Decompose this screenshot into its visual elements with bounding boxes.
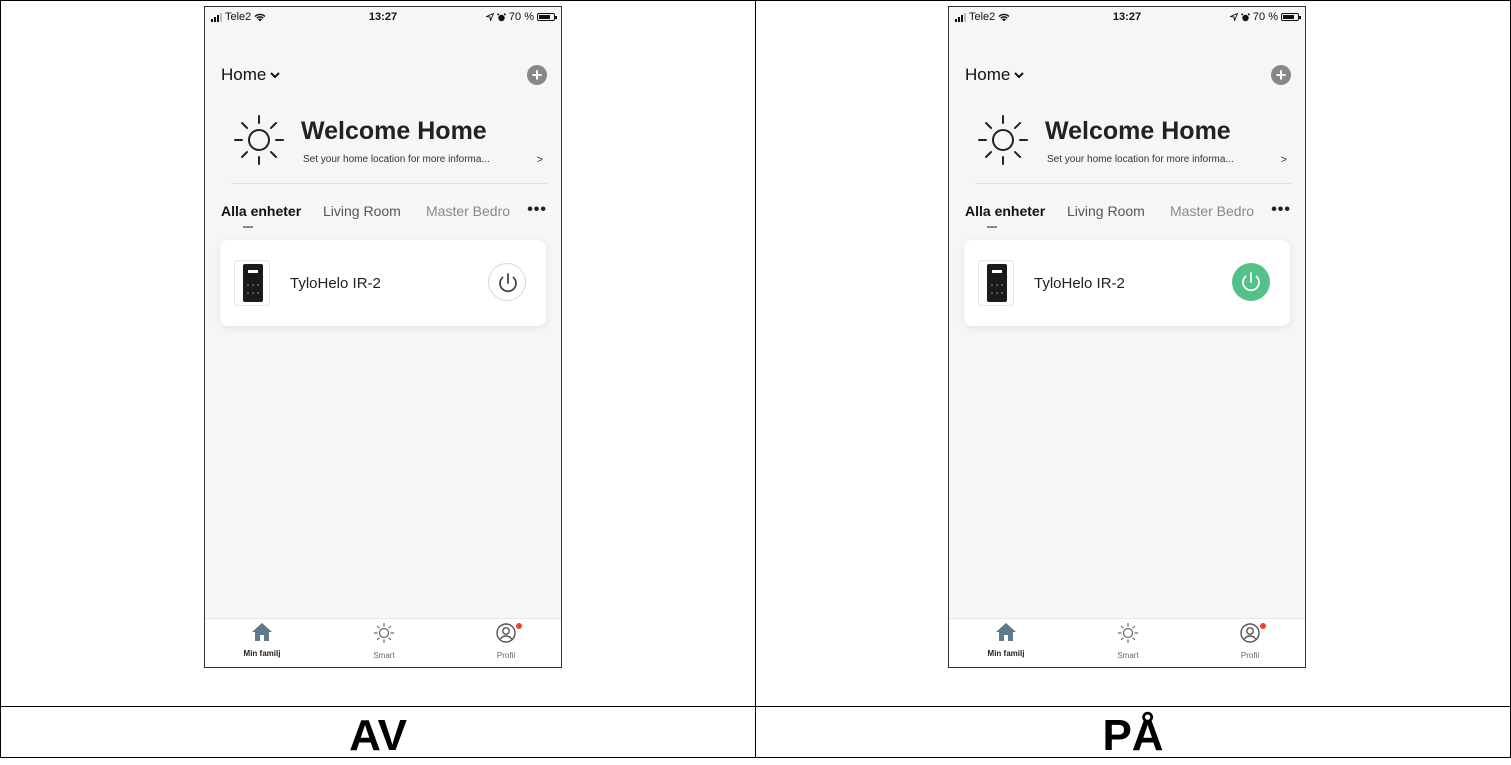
tab-master-bedroom[interactable]: Master Bedro [1170,203,1254,219]
power-button[interactable] [1232,263,1270,301]
nav-smart[interactable]: Smart [344,622,424,660]
chevron-right-icon: > [1280,154,1287,166]
home-selector[interactable]: Home [965,65,1025,85]
chevron-down-icon [1014,71,1025,78]
location-icon [1229,13,1238,21]
status-bar: Tele2 13:27 70 % [205,7,561,27]
tab-indicator [987,226,997,228]
device-thumbnail [234,260,270,306]
nav-profile-label: Profil [496,651,516,660]
profile-icon [1240,623,1260,643]
sun-icon [234,115,284,165]
chevron-right-icon: > [536,154,543,166]
table-cell-off-screen: Tele2 13:27 70 % Home + Welcome Home Set… [0,0,756,707]
caption-on: PÅ [1102,711,1164,760]
chevron-down-icon [270,71,281,78]
nav-smart-label: Smart [373,651,395,660]
nav-home-label: Min familj [243,649,281,658]
bottom-nav: Min familj Smart Profil [949,618,1305,667]
home-label: Home [965,65,1011,84]
tab-indicator [243,226,253,228]
nav-profile[interactable]: Profil [1210,622,1290,660]
notification-badge [1260,623,1266,629]
home-selector[interactable]: Home [221,65,281,85]
tab-master-bedroom[interactable]: Master Bedro [426,203,510,219]
welcome-banner[interactable]: Welcome Home Set your home location for … [231,112,551,172]
welcome-subtitle: Set your home location for more informa.… [1047,154,1234,165]
status-bar: Tele2 13:27 70 % [949,7,1305,27]
smart-icon [373,622,395,644]
bottom-nav: Min familj Smart Profil [205,618,561,667]
power-button[interactable] [488,263,526,301]
power-icon [1242,272,1260,292]
divider [231,183,547,184]
notification-badge [516,623,522,629]
alarm-icon [1241,12,1250,21]
home-icon [996,623,1016,641]
tab-living-room[interactable]: Living Room [1067,203,1145,219]
profile-icon [496,623,516,643]
nav-home-label: Min familj [987,649,1025,658]
nav-smart-label: Smart [1117,651,1139,660]
more-icon[interactable]: ••• [527,201,547,219]
welcome-subtitle: Set your home location for more informa.… [303,154,490,165]
phone-screen-on: Tele2 13:27 70 % Home + Welcome Home Set… [948,6,1306,668]
tab-all-devices[interactable]: Alla enheter [965,203,1045,219]
device-name: TyloHelo IR-2 [290,275,381,292]
add-icon[interactable]: + [1271,65,1291,85]
welcome-title: Welcome Home [301,117,487,145]
sun-icon [978,115,1028,165]
nav-profile-label: Profil [1240,651,1260,660]
add-icon[interactable]: + [527,65,547,85]
battery-percent: 70 % [508,11,534,23]
caption-off: AV [349,711,407,760]
room-tabs: Alla enheter Living Room Master Bedro ••… [965,201,1305,233]
nav-home[interactable]: Min familj [966,622,1046,658]
device-name: TyloHelo IR-2 [1034,275,1125,292]
device-card[interactable]: TyloHelo IR-2 [220,240,546,326]
more-icon[interactable]: ••• [1271,201,1291,219]
tab-all-devices[interactable]: Alla enheter [221,203,301,219]
nav-home[interactable]: Min familj [222,622,302,658]
divider [975,183,1291,184]
comparison-table: Tele2 13:27 70 % Home + Welcome Home Set… [0,0,1511,760]
alarm-icon [497,12,506,21]
table-cell-caption-off: AV [0,706,756,760]
battery-percent: 70 % [1252,11,1278,23]
smart-icon [1117,622,1139,644]
home-label: Home [221,65,267,84]
table-cell-caption-on: PÅ [755,706,1511,760]
battery-icon [537,13,557,21]
power-icon [499,273,517,293]
table-cell-on-screen: Tele2 13:27 70 % Home + Welcome Home Set… [755,0,1511,707]
location-icon [485,13,494,21]
room-tabs: Alla enheter Living Room Master Bedro ••… [221,201,561,233]
nav-profile[interactable]: Profil [466,622,546,660]
battery-icon [1281,13,1301,21]
phone-screen-off: Tele2 13:27 70 % Home + Welcome Home Set… [204,6,562,668]
tab-living-room[interactable]: Living Room [323,203,401,219]
home-icon [252,623,272,641]
welcome-title: Welcome Home [1045,117,1231,145]
welcome-banner[interactable]: Welcome Home Set your home location for … [975,112,1295,172]
device-thumbnail [978,260,1014,306]
nav-smart[interactable]: Smart [1088,622,1168,660]
device-card[interactable]: TyloHelo IR-2 [964,240,1290,326]
